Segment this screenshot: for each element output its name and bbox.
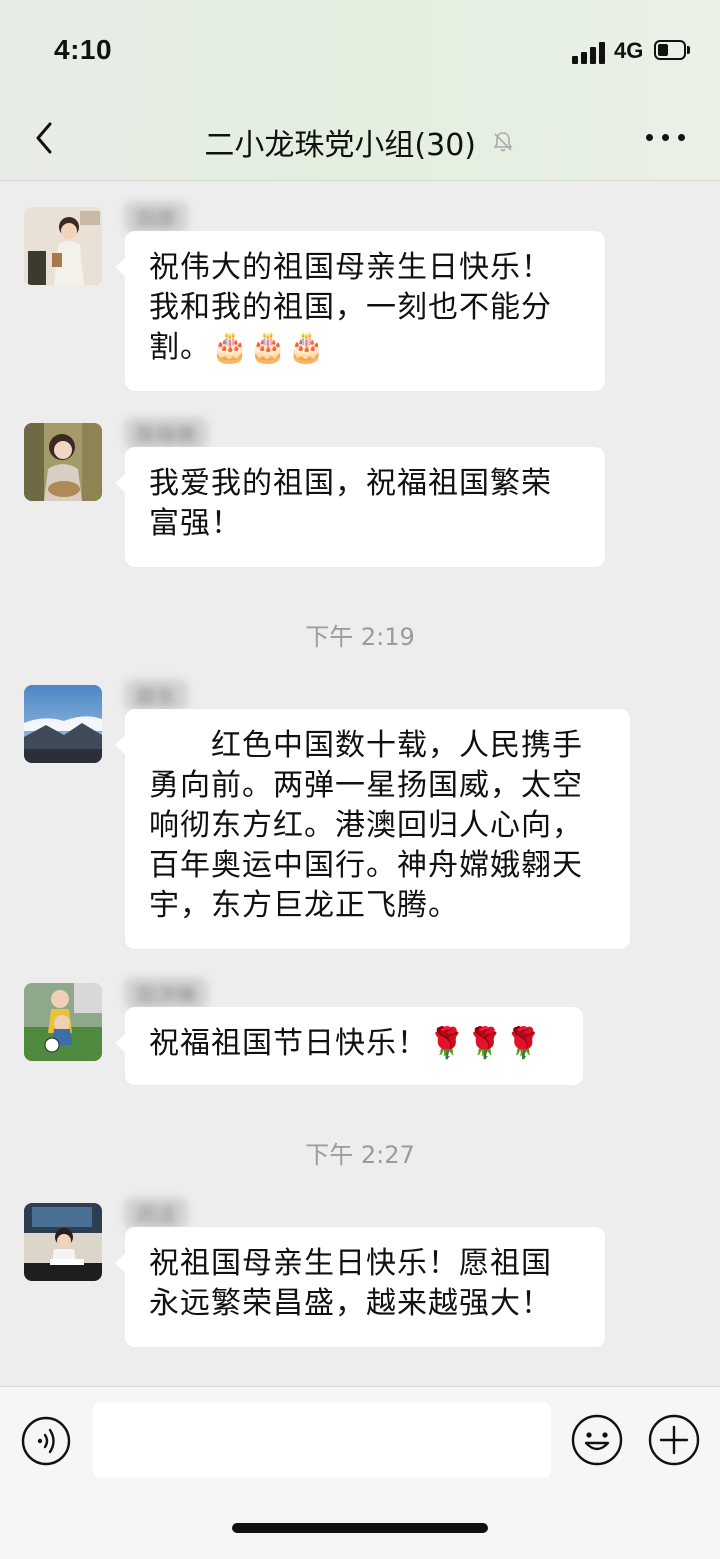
signal-icon bbox=[572, 40, 606, 64]
avatar[interactable] bbox=[24, 423, 102, 501]
avatar-image bbox=[24, 983, 102, 1061]
avatar-image bbox=[24, 1203, 102, 1281]
sender-name: 顾东 bbox=[124, 679, 188, 712]
voice-icon bbox=[21, 1416, 71, 1466]
more-options-button[interactable] bbox=[646, 130, 686, 146]
message-bubble[interactable]: 祝伟大的祖国母亲生日快乐！我和我的祖国，一刻也不能分割。🎂🎂🎂 bbox=[115, 231, 605, 391]
page-title: 二小龙珠党小组(30) bbox=[0, 120, 720, 164]
message-input[interactable] bbox=[93, 1402, 551, 1478]
status-bar: 4:10 4G bbox=[0, 0, 720, 100]
message-bubble[interactable]: 祝福祖国节日快乐！🌹🌹🌹 bbox=[115, 1007, 583, 1085]
chat-header: 二小龙珠党小组(30) bbox=[0, 100, 720, 181]
avatar[interactable] bbox=[24, 685, 102, 763]
timestamp: 下午 2:19 bbox=[305, 623, 415, 651]
avatar-image bbox=[24, 685, 102, 763]
avatar-image bbox=[24, 207, 102, 285]
message-bubble[interactable]: 我爱我的祖国，祝福祖国繁荣富强！ bbox=[115, 447, 605, 567]
home-indicator[interactable] bbox=[232, 1523, 488, 1533]
avatar[interactable] bbox=[24, 1203, 102, 1281]
timestamp: 下午 2:27 bbox=[305, 1141, 415, 1169]
voice-input-button[interactable] bbox=[20, 1415, 72, 1467]
battery-icon bbox=[654, 40, 692, 62]
avatar[interactable] bbox=[24, 983, 102, 1061]
sender-name: 田原 bbox=[124, 201, 188, 234]
avatar[interactable] bbox=[24, 207, 102, 285]
message-list[interactable]: 田原 祝伟大的祖国母亲生日快乐！我和我的祖国，一刻也不能分割。🎂🎂🎂 陈晓艳 我… bbox=[0, 181, 720, 1386]
message-bubble[interactable]: 祝祖国母亲生日快乐！愿祖国永远繁荣昌盛，越来越强大！ bbox=[115, 1227, 605, 1347]
message-bubble[interactable]: 红色中国数十载，人民携手勇向前。两弹一星扬国威，太空响彻东方红。港澳回归人心向，… bbox=[115, 709, 630, 949]
sender-name: 闵洁 bbox=[124, 1197, 188, 1230]
input-bar bbox=[0, 1386, 720, 1559]
sender-name: 田洪琳 bbox=[124, 977, 208, 1010]
bell-muted-icon bbox=[493, 132, 513, 152]
sender-name: 陈晓艳 bbox=[124, 417, 208, 450]
avatar-image bbox=[24, 423, 102, 501]
network-type: 4G bbox=[614, 38, 644, 63]
group-name: 二小龙珠党小组(30) bbox=[204, 128, 477, 163]
more-functions-button[interactable] bbox=[647, 1413, 701, 1467]
smiley-icon bbox=[571, 1414, 623, 1466]
status-time: 4:10 bbox=[54, 34, 113, 65]
emoji-button[interactable] bbox=[570, 1413, 624, 1467]
plus-circle-icon bbox=[648, 1414, 700, 1466]
